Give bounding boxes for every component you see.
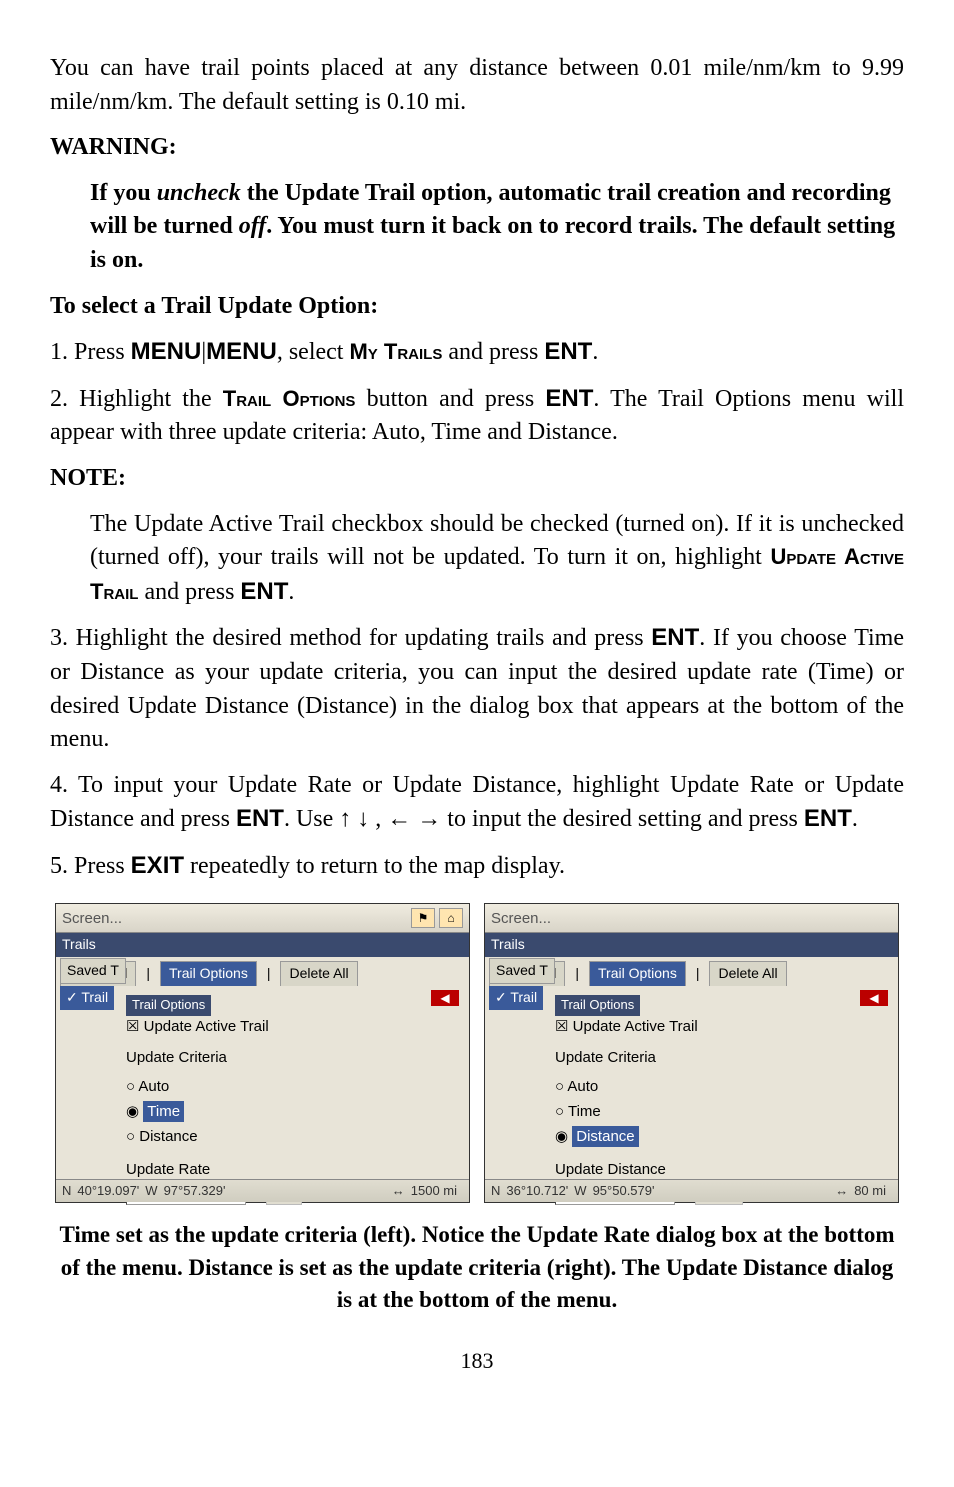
note-text: . — [288, 579, 294, 605]
trail-options-dd: Trail Options — [126, 995, 211, 1015]
step1-text: 1. Press — [50, 339, 131, 365]
footer-w: W — [145, 1182, 157, 1200]
tab-delete-all[interactable]: Delete All — [280, 961, 357, 986]
intro-paragraph: You can have trail points placed at any … — [50, 52, 904, 119]
titlebar: Screen... ⚑ ⌂ — [56, 904, 469, 933]
note-heading: NOTE: — [50, 462, 904, 496]
warning-body: If you uncheck the Update Trail option, … — [90, 177, 904, 278]
criteria-label: Update Criteria — [555, 1047, 815, 1068]
note-ent: ENT — [240, 578, 288, 605]
footer-dist: 80 mi — [854, 1182, 886, 1200]
step5-text: repeatedly to return to the map display. — [184, 853, 565, 879]
warning-heading: WARNING: — [50, 131, 904, 165]
step-1: 1. Press MENU|MENU, select My Trails and… — [50, 335, 904, 370]
options-panel: Trail Options ☒ Update Active Trail Upda… — [555, 994, 815, 1205]
footer-arrow-icon: ↔ — [835, 1182, 848, 1200]
note-body: The Update Active Trail checkbox should … — [90, 508, 904, 610]
step2-ent: ENT — [545, 385, 593, 412]
note-text: and press — [138, 579, 240, 605]
step1-mytrails: My Trails — [349, 339, 442, 364]
step-5: 5. Press EXIT repeatedly to return to th… — [50, 849, 904, 884]
step1-menu2: MENU — [206, 338, 277, 365]
radio-auto[interactable]: ○ Auto — [126, 1074, 386, 1099]
screen-label: Screen... — [62, 908, 407, 929]
saved-label: Saved T — [60, 958, 126, 984]
screenshot-left: Screen... ⚑ ⌂ Trails New Trail | Trail O… — [55, 903, 470, 1203]
footer-arrow-icon: ↔ — [392, 1182, 405, 1200]
figure-row: Screen... ⚑ ⌂ Trails New Trail | Trail O… — [50, 903, 904, 1203]
radio-group: ○ Auto ○ Time ◉ Distance — [555, 1074, 815, 1149]
radio-distance[interactable]: ◉ Distance — [555, 1124, 815, 1149]
tab-delete-all[interactable]: Delete All — [709, 961, 786, 986]
tab-sep: | — [259, 962, 279, 986]
radio-time[interactable]: ○ Time — [555, 1099, 815, 1124]
criteria-label: Update Criteria — [126, 1047, 386, 1068]
step1-menu: MENU — [131, 338, 202, 365]
flag-icon: ⚑ — [411, 908, 435, 928]
footer-lat: 40°19.097' — [77, 1182, 139, 1200]
trails-bar: Trails — [485, 933, 898, 957]
trail-options-dd: Trail Options — [555, 995, 640, 1015]
house-icon: ⌂ — [439, 908, 463, 928]
footer-w: W — [574, 1182, 586, 1200]
update-active-checkbox[interactable]: ☒ Update Active Trail — [555, 1016, 815, 1037]
footer-n: N — [62, 1182, 71, 1200]
tab-trail-options[interactable]: Trail Options — [589, 961, 686, 986]
step1-ent: ENT — [544, 338, 592, 365]
step2-text: button and press — [355, 386, 545, 412]
screenshot-right: Screen... Trails New Trail | Trail Optio… — [484, 903, 899, 1203]
titlebar: Screen... — [485, 904, 898, 933]
footer-lon: 95°50.579' — [593, 1182, 655, 1200]
figure-caption: Time set as the update criteria (left). … — [50, 1215, 904, 1316]
tab-sep: | — [688, 962, 708, 986]
step4-ent2: ENT — [804, 805, 852, 832]
page-number: 183 — [50, 1346, 904, 1377]
step-3: 3. Highlight the desired method for upda… — [50, 621, 904, 756]
step1-text: , select — [277, 339, 350, 365]
status-bar: N 36°10.712' W 95°50.579' ↔ 80 mi — [485, 1179, 898, 1202]
saved-label: Saved T — [489, 958, 555, 984]
options-panel: Trail Options ☒ Update Active Trail Upda… — [126, 994, 386, 1205]
step4-text: . Use ↑ ↓ , ← → to input the desired set… — [284, 806, 804, 832]
step4-ent: ENT — [236, 805, 284, 832]
step3-text: 3. Highlight the desired method for upda… — [50, 625, 651, 651]
tab-trail-options[interactable]: Trail Options — [160, 961, 257, 986]
trails-bar: Trails — [56, 933, 469, 957]
update-rate-label: Update Rate — [126, 1159, 386, 1180]
step3-ent: ENT — [651, 624, 699, 651]
red-arrow-icon: ◀ — [431, 990, 459, 1006]
status-bar: N 40°19.097' W 97°57.329' ↔ 1500 mi — [56, 1179, 469, 1202]
step2-text: 2. Highlight the — [50, 386, 223, 412]
select-heading: To select a Trail Update Option: — [50, 290, 904, 324]
radio-group: ○ Auto ◉ Time ○ Distance — [126, 1074, 386, 1149]
step4-text: . — [852, 806, 858, 832]
warning-uncheck: uncheck — [157, 180, 241, 206]
screen-label: Screen... — [491, 908, 892, 929]
step-2: 2. Highlight the Trail Options button an… — [50, 382, 904, 450]
step1-text: and press — [442, 339, 544, 365]
radio-auto[interactable]: ○ Auto — [555, 1074, 815, 1099]
footer-dist: 1500 mi — [411, 1182, 457, 1200]
update-active-checkbox[interactable]: ☒ Update Active Trail — [126, 1016, 386, 1037]
step-4: 4. To input your Update Rate or Update D… — [50, 769, 904, 837]
footer-lat: 36°10.712' — [506, 1182, 568, 1200]
warning-off: off — [239, 213, 267, 239]
step1-text: . — [592, 339, 598, 365]
step2-trailoptions: Trail Options — [223, 386, 356, 411]
warning-text: If you — [90, 180, 157, 206]
radio-distance[interactable]: ○ Distance — [126, 1124, 386, 1149]
red-arrow-icon: ◀ — [860, 990, 888, 1006]
radio-time[interactable]: ◉ Time — [126, 1099, 386, 1124]
update-distance-label: Update Distance — [555, 1159, 815, 1180]
step5-text: 5. Press — [50, 853, 131, 879]
footer-lon: 97°57.329' — [164, 1182, 226, 1200]
step5-exit: EXIT — [131, 852, 184, 879]
footer-n: N — [491, 1182, 500, 1200]
